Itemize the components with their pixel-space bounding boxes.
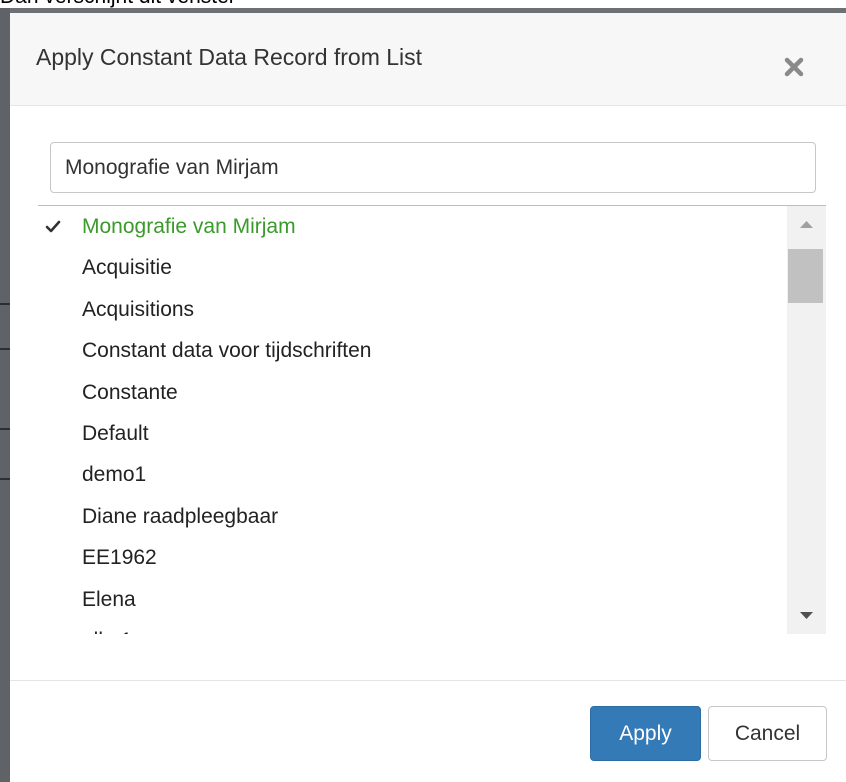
footer-divider [10,680,846,681]
search-input[interactable] [50,142,816,193]
list-item-label: Constante [82,381,178,404]
list-item[interactable]: demo1 [38,458,788,492]
background-divider [0,478,10,480]
scroll-thumb[interactable] [788,249,823,303]
triangle-up-icon [800,221,813,228]
list-item-label: EE1962 [82,546,157,569]
list-item-label: Default [82,422,149,445]
list-item[interactable]: Default [38,417,788,451]
list-item-label: demo1 [82,463,147,486]
cancel-button[interactable]: Cancel [708,706,827,761]
background-divider [0,303,10,305]
list-item[interactable]: Diane raadpleegbaar [38,500,788,534]
list-item[interactable]: Acquisitions [38,293,788,327]
list-item-label: Elena [82,588,136,611]
scroll-down-button[interactable] [787,600,826,634]
close-button[interactable] [780,53,808,81]
record-list[interactable]: Monografie van Mirjam Acquisitie Acquisiti… [38,206,826,634]
apply-constant-data-dialog: Apply Constant Data Record from List Mon… [10,13,846,782]
list-item[interactable]: Constante [38,376,788,410]
triangle-down-icon [800,612,813,619]
list-item-label: Acquisitie [82,256,172,279]
list-item[interactable]: EE1962 [38,541,788,575]
list-item[interactable]: Acquisitie [38,251,788,285]
screenshot: Dan verschijnt dit venster Apply Constan… [0,0,846,782]
list-item-label: Monografie van Mirjam [82,215,296,238]
list-item[interactable]: Constant data voor tijdschriften [38,334,788,368]
list-item-label: elke1 [82,628,132,634]
apply-button[interactable]: Apply [590,706,701,761]
list-item-label: Acquisitions [82,298,195,321]
scroll-up-button[interactable] [787,206,826,240]
list-scrollbar[interactable] [787,206,826,634]
checkmark-icon [45,220,61,233]
background-window [0,8,10,782]
list-item[interactable]: Elena [38,583,788,617]
dialog-title: Apply Constant Data Record from List [36,44,423,70]
page-caption: Dan verschijnt dit venster [0,0,236,8]
background-divider [0,428,10,430]
list-item[interactable]: Monografie van Mirjam [38,210,788,244]
list-item-label: Diane raadpleegbaar [82,505,279,528]
list-item-label: Constant data voor tijdschriften [82,339,372,362]
close-icon [784,57,804,77]
list-item[interactable]: elke1 [38,624,788,634]
background-divider [0,348,10,350]
dialog-header: Apply Constant Data Record from List [10,13,846,106]
